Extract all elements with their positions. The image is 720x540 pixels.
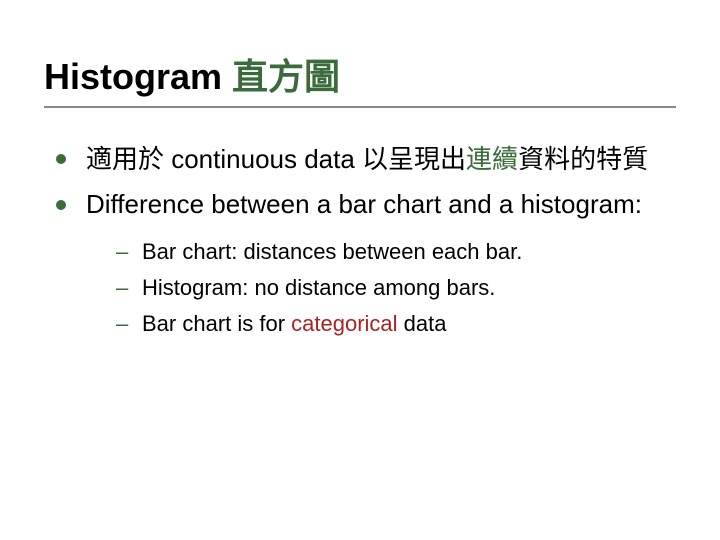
title-accent: 直方圖 (232, 56, 340, 97)
text-segment: 資料的特質 (518, 144, 648, 174)
list-item: Difference between a bar chart and a his… (48, 187, 676, 340)
text-segment: categorical (291, 311, 397, 336)
list-item: 適用於 continuous data 以呈現出連續資料的特質 (48, 142, 676, 177)
title-plain: Histogram (44, 56, 232, 97)
text-segment: Bar chart is for (142, 311, 291, 336)
body-list: 適用於 continuous data 以呈現出連續資料的特質 Differenc… (48, 142, 676, 340)
text-segment: 適用於 continuous data 以呈現出 (86, 144, 466, 174)
text-segment: Histogram: no distance among bars. (142, 275, 495, 300)
text-segment: 連續 (466, 144, 518, 174)
sub-list: Bar chart: distances between each bar. Hi… (116, 236, 676, 340)
sub-list-item: Bar chart is for categorical data (116, 308, 676, 340)
slide-title: Histogram 直方圖 (44, 48, 676, 108)
text-segment: Bar chart: distances between each bar. (142, 239, 522, 264)
sub-list-item: Histogram: no distance among bars. (116, 272, 676, 304)
text-segment: data (398, 311, 447, 336)
slide: Histogram 直方圖 適用於 continuous data 以呈現出連續… (0, 0, 720, 540)
text-segment: Difference between a bar chart and a his… (86, 189, 642, 219)
sub-list-item: Bar chart: distances between each bar. (116, 236, 676, 268)
